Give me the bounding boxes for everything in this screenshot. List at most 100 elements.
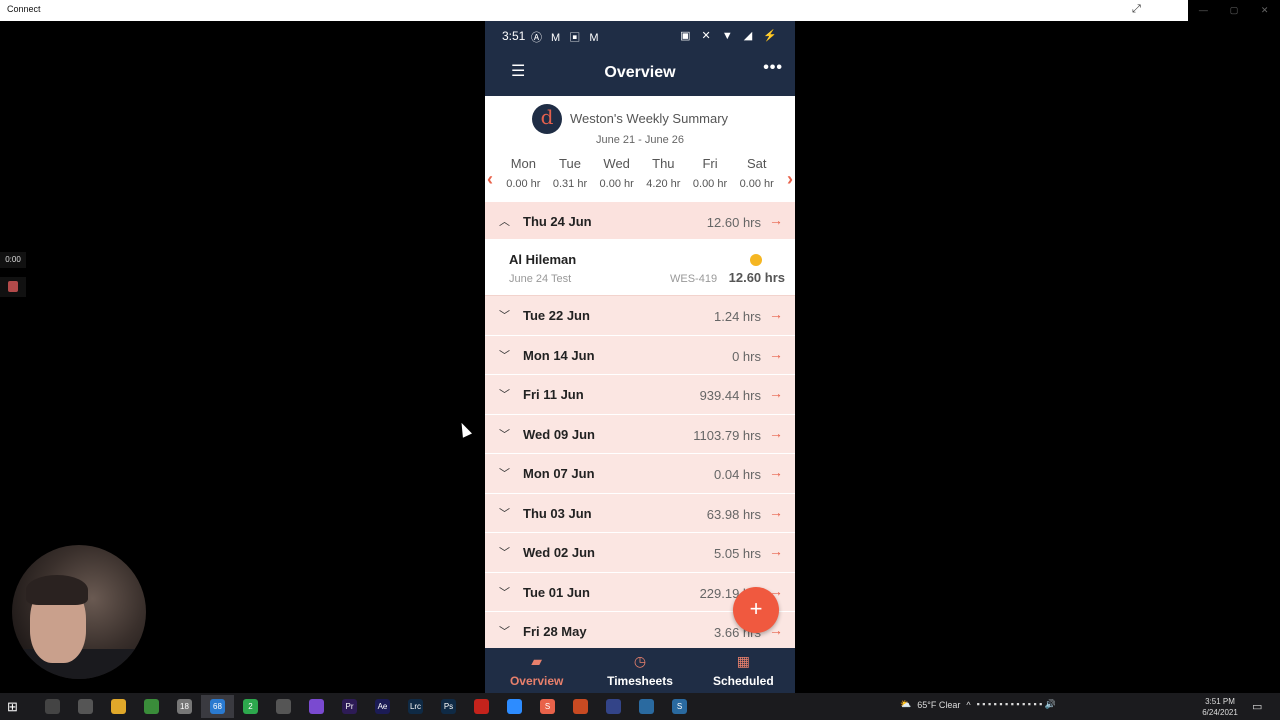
taskbar-icon-glyph: 18 <box>177 699 192 714</box>
minimize-icon[interactable]: — <box>1188 0 1219 21</box>
taskbar-icon-glyph <box>45 699 60 714</box>
day-row[interactable]: ﹀ Mon 07 Jun 0.04 hrs → <box>485 454 795 494</box>
arrow-right-icon[interactable]: → <box>769 464 783 480</box>
status-bar: 3:51 Ⓐ M ▣ M ▣ ✕ ▼ ◢ ⚡ <box>485 21 795 51</box>
chevron-down-icon: ﹀ <box>499 389 510 401</box>
taskbar-icon-glyph <box>309 699 324 714</box>
day-row[interactable]: ﹀ Fri 11 Jun 939.44 hrs → <box>485 375 795 415</box>
taskbar-icon-glyph <box>573 699 588 714</box>
zoom-icon[interactable] <box>498 695 531 718</box>
arrow-right-icon[interactable]: → <box>769 543 783 559</box>
arrow-right-icon[interactable]: → <box>769 425 783 441</box>
day-name: Fri <box>702 156 718 171</box>
stop-icon <box>8 281 18 292</box>
weather-text[interactable]: 65°F Clear <box>917 700 960 710</box>
row-date: Thu 03 Jun <box>523 505 592 521</box>
explorer-icon[interactable] <box>69 695 102 718</box>
app-bar: ☰ Overview ••• <box>485 51 795 96</box>
page-title: Overview <box>604 64 676 81</box>
taskbar-icon-glyph <box>144 699 159 714</box>
nav-label: Overview <box>509 674 564 688</box>
taskbar-clock[interactable]: 3:51 PM 6/24/2021 <box>1196 696 1244 718</box>
app-b-icon[interactable] <box>597 695 630 718</box>
arrow-right-icon[interactable]: → <box>769 306 783 322</box>
day-row[interactable]: ﹀ Mon 14 Jun 0 hrs → <box>485 335 795 375</box>
nav-overview[interactable]: ▰ Overview <box>485 648 588 693</box>
taskbar-icon-glyph <box>639 699 654 714</box>
clock-icon: ◷ <box>633 653 647 669</box>
day-item: Wed 0.00 hr <box>593 156 640 190</box>
chevron-down-icon: ﹀ <box>499 310 510 322</box>
time-entry[interactable]: Al Hileman June 24 Test WES-419 12.60 hr… <box>485 240 795 296</box>
maximize-icon[interactable]: ▢ <box>1219 0 1250 21</box>
inbox-icon: ▰ <box>531 653 543 669</box>
day-item: Fri 0.00 hr <box>687 156 734 190</box>
nav-label: Scheduled <box>712 674 774 688</box>
day-row[interactable]: ﹀ Tue 22 Jun 1.24 hrs → <box>485 296 795 336</box>
day-name: Thu <box>652 156 675 171</box>
row-hours: 0 hrs <box>732 348 761 364</box>
chevron-down-icon: ﹀ <box>499 547 510 559</box>
premiere-icon[interactable]: Pr <box>333 695 366 718</box>
expand-icon[interactable]: ⤢ <box>1132 3 1141 16</box>
clock-icon <box>750 254 762 266</box>
files-icon[interactable] <box>102 695 135 718</box>
powerpoint-icon[interactable] <box>564 695 597 718</box>
chrome-icon[interactable] <box>135 695 168 718</box>
app-s-icon[interactable]: S <box>531 695 564 718</box>
taskbar-icon-glyph <box>606 699 621 714</box>
app-68-icon[interactable]: 68 <box>201 695 234 718</box>
lightroom-icon[interactable]: Lrc <box>399 695 432 718</box>
app-18-icon[interactable]: 18 <box>168 695 201 718</box>
day-hours: 4.20 hr <box>646 178 681 190</box>
arrow-right-icon[interactable]: → <box>769 346 783 362</box>
day-row[interactable]: ﹀ Wed 02 Jun 5.05 hrs → <box>485 533 795 573</box>
task-view-icon[interactable] <box>36 695 69 718</box>
arrow-right-icon[interactable]: → <box>769 504 783 520</box>
day-row[interactable]: ﹀ Wed 09 Jun 1103.79 hrs → <box>485 414 795 454</box>
tray-overflow-icon[interactable]: ^ <box>966 700 970 710</box>
app-c-icon[interactable] <box>630 695 663 718</box>
phone-screen: 3:51 Ⓐ M ▣ M ▣ ✕ ▼ ◢ ⚡ ☰ Overview ••• d … <box>485 21 795 693</box>
row-hours: 1.24 hrs <box>714 309 761 324</box>
app-a-icon[interactable] <box>300 695 333 718</box>
after-effects-icon[interactable]: Ae <box>366 695 399 718</box>
row-date: Tue 22 Jun <box>523 308 590 323</box>
day-hours: 0.00 hr <box>599 178 634 190</box>
windows-start-icon[interactable]: ⊞ <box>7 699 18 715</box>
day-item: Mon 0.00 hr <box>500 156 547 190</box>
day-item: Sat 0.00 hr <box>733 156 780 190</box>
notification-icon[interactable]: ▭ <box>1252 700 1262 713</box>
next-week-icon[interactable]: › <box>787 169 793 190</box>
calendar-icon: ▦ <box>736 653 750 669</box>
weather-icon[interactable]: ⛅ <box>900 699 911 710</box>
arrow-right-icon[interactable]: → <box>769 212 783 228</box>
day-hours: 0.00 hr <box>739 178 774 190</box>
summary-heading: Weston's Weekly Summary <box>570 111 729 126</box>
more-options-icon[interactable]: ••• <box>763 59 783 77</box>
slack-icon[interactable] <box>267 695 300 718</box>
row-date: Tue 01 Jun <box>523 584 590 600</box>
taskbar-icon-glyph: Ae <box>375 699 390 714</box>
arrow-right-icon[interactable]: → <box>769 385 783 401</box>
stop-recording-button[interactable] <box>0 277 26 297</box>
add-entry-button[interactable]: + <box>733 587 779 633</box>
taskbar-icon-glyph: S <box>672 699 687 714</box>
taskbar-icon-glyph: Lrc <box>408 699 423 714</box>
window-title: Connect <box>7 4 41 14</box>
nav-scheduled[interactable]: ▦ Scheduled <box>692 648 795 693</box>
acrobat-icon[interactable] <box>465 695 498 718</box>
taskbar-icon-glyph <box>111 699 126 714</box>
day-row-expanded[interactable]: ︿ Thu 24 Jun 12.60 hrs → <box>485 202 795 240</box>
taskbar-icon-glyph: Pr <box>342 699 357 714</box>
photoshop-icon[interactable]: Ps <box>432 695 465 718</box>
nav-timesheets[interactable]: ◷ Timesheets <box>588 648 691 693</box>
day-row[interactable]: ﹀ Thu 03 Jun 63.98 hrs → <box>485 493 795 533</box>
close-icon[interactable]: ✕ <box>1249 0 1280 21</box>
app-2-icon[interactable]: 2 <box>234 695 267 718</box>
app-d-icon[interactable]: S <box>663 695 696 718</box>
taskbar-icon-glyph <box>507 699 522 714</box>
row-date: Wed 02 Jun <box>523 545 596 560</box>
weekly-summary: d Weston's Weekly Summary June 21 - June… <box>485 96 795 216</box>
previous-week-icon[interactable]: ‹ <box>487 169 493 190</box>
